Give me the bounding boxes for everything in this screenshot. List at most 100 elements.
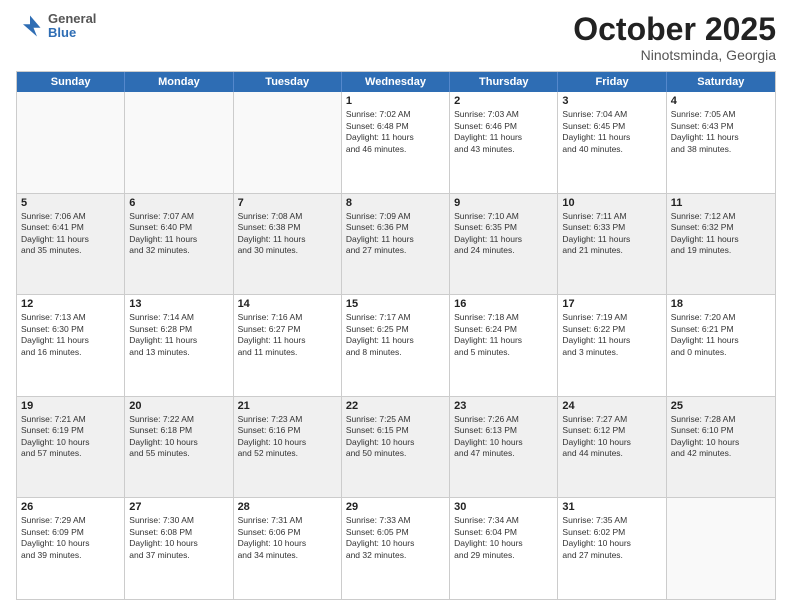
calendar-cell: 11Sunrise: 7:12 AM Sunset: 6:32 PM Dayli… (667, 194, 775, 295)
day-number: 18 (671, 298, 771, 310)
day-info: Sunrise: 7:02 AM Sunset: 6:48 PM Dayligh… (346, 109, 445, 155)
calendar-cell: 30 Sunrise: 7:34 AM Sunset: 6:04 PM Dayli… (450, 498, 558, 599)
calendar-cell: 7 Sunrise: 7:08 AM Sunset: 6:38 PM Daylig… (234, 194, 342, 295)
day-info: Sunrise: 7:05 AM Sunset: 6:43 PM Dayligh… (671, 109, 771, 155)
weekday-header: Saturday (667, 72, 775, 92)
day-info: Sunrise: 7:18 AM Sunset: 6:24 PM Dayligh… (454, 312, 553, 358)
calendar-cell: 27Sunrise: 7:30 AM Sunset: 6:08 PM Dayli… (125, 498, 233, 599)
calendar-cell: 5 Sunrise: 7:06 AM Sunset: 6:41 PM Daylig… (17, 194, 125, 295)
calendar-row: 12 Sunrise: 7:13 AM Sunset: 6:30 PM Dayli… (17, 294, 775, 396)
calendar-body: 1Sunrise: 7:02 AM Sunset: 6:48 PM Daylig… (17, 92, 775, 599)
day-number: 10 (562, 197, 661, 209)
weekday-header: Tuesday (234, 72, 342, 92)
calendar-cell (667, 498, 775, 599)
calendar-cell: 10 Sunrise: 7:11 AM Sunset: 6:33 PM Dayli… (558, 194, 666, 295)
calendar-cell: 9 Sunrise: 7:10 AM Sunset: 6:35 PM Daylig… (450, 194, 558, 295)
day-number: 20 (129, 400, 228, 412)
logo-blue: Blue (48, 26, 96, 40)
day-info: Sunrise: 7:10 AM Sunset: 6:35 PM Dayligh… (454, 211, 553, 257)
day-number: 25 (671, 400, 771, 412)
day-number: 9 (454, 197, 553, 209)
calendar-cell: 16 Sunrise: 7:18 AM Sunset: 6:24 PM Dayli… (450, 295, 558, 396)
day-number: 26 (21, 501, 120, 513)
day-info: Sunrise: 7:08 AM Sunset: 6:38 PM Dayligh… (238, 211, 337, 257)
calendar-cell: 23 Sunrise: 7:26 AM Sunset: 6:13 PM Dayli… (450, 397, 558, 498)
calendar-cell (125, 92, 233, 193)
day-info: Sunrise: 7:28 AM Sunset: 6:10 PM Dayligh… (671, 414, 771, 460)
day-info: Sunrise: 7:20 AM Sunset: 6:21 PM Dayligh… (671, 312, 771, 358)
calendar-cell: 18 Sunrise: 7:20 AM Sunset: 6:21 PM Dayli… (667, 295, 775, 396)
logo-text: General Blue (48, 12, 96, 41)
day-info: Sunrise: 7:23 AM Sunset: 6:16 PM Dayligh… (238, 414, 337, 460)
day-number: 29 (346, 501, 445, 513)
day-info: Sunrise: 7:11 AM Sunset: 6:33 PM Dayligh… (562, 211, 661, 257)
calendar-row: 1Sunrise: 7:02 AM Sunset: 6:48 PM Daylig… (17, 92, 775, 193)
calendar-cell: 31 Sunrise: 7:35 AM Sunset: 6:02 PM Dayli… (558, 498, 666, 599)
calendar-cell: 29 Sunrise: 7:33 AM Sunset: 6:05 PM Dayli… (342, 498, 450, 599)
day-info: Sunrise: 7:19 AM Sunset: 6:22 PM Dayligh… (562, 312, 661, 358)
day-info: Sunrise: 7:06 AM Sunset: 6:41 PM Dayligh… (21, 211, 120, 257)
day-number: 8 (346, 197, 445, 209)
day-number: 22 (346, 400, 445, 412)
calendar-cell (17, 92, 125, 193)
day-number: 31 (562, 501, 661, 513)
day-number: 21 (238, 400, 337, 412)
day-number: 2 (454, 95, 553, 107)
day-number: 23 (454, 400, 553, 412)
calendar-row: 26 Sunrise: 7:29 AM Sunset: 6:09 PM Dayli… (17, 497, 775, 599)
day-info: Sunrise: 7:34 AM Sunset: 6:04 PM Dayligh… (454, 515, 553, 561)
calendar-cell: 17Sunrise: 7:19 AM Sunset: 6:22 PM Dayli… (558, 295, 666, 396)
day-info: Sunrise: 7:21 AM Sunset: 6:19 PM Dayligh… (21, 414, 120, 460)
calendar-cell: 8 Sunrise: 7:09 AM Sunset: 6:36 PM Daylig… (342, 194, 450, 295)
day-info: Sunrise: 7:27 AM Sunset: 6:12 PM Dayligh… (562, 414, 661, 460)
day-info: Sunrise: 7:33 AM Sunset: 6:05 PM Dayligh… (346, 515, 445, 561)
day-number: 13 (129, 298, 228, 310)
day-number: 24 (562, 400, 661, 412)
day-number: 16 (454, 298, 553, 310)
day-number: 11 (671, 197, 771, 209)
day-number: 19 (21, 400, 120, 412)
logo: General Blue (16, 12, 96, 41)
day-info: Sunrise: 7:25 AM Sunset: 6:15 PM Dayligh… (346, 414, 445, 460)
day-info: Sunrise: 7:26 AM Sunset: 6:13 PM Dayligh… (454, 414, 553, 460)
calendar-cell: 13Sunrise: 7:14 AM Sunset: 6:28 PM Dayli… (125, 295, 233, 396)
page: General Blue October 2025 Ninotsminda, G… (0, 0, 792, 612)
day-number: 4 (671, 95, 771, 107)
day-info: Sunrise: 7:04 AM Sunset: 6:45 PM Dayligh… (562, 109, 661, 155)
title-block: October 2025 Ninotsminda, Georgia (573, 12, 776, 63)
title-location: Ninotsminda, Georgia (573, 47, 776, 63)
day-info: Sunrise: 7:07 AM Sunset: 6:40 PM Dayligh… (129, 211, 228, 257)
calendar-cell: 4 Sunrise: 7:05 AM Sunset: 6:43 PM Daylig… (667, 92, 775, 193)
calendar-cell: 1Sunrise: 7:02 AM Sunset: 6:48 PM Daylig… (342, 92, 450, 193)
day-number: 12 (21, 298, 120, 310)
calendar-cell: 28Sunrise: 7:31 AM Sunset: 6:06 PM Dayli… (234, 498, 342, 599)
day-info: Sunrise: 7:29 AM Sunset: 6:09 PM Dayligh… (21, 515, 120, 561)
weekday-header: Wednesday (342, 72, 450, 92)
day-number: 3 (562, 95, 661, 107)
day-number: 30 (454, 501, 553, 513)
weekday-header: Sunday (17, 72, 125, 92)
weekday-header: Monday (125, 72, 233, 92)
day-info: Sunrise: 7:35 AM Sunset: 6:02 PM Dayligh… (562, 515, 661, 561)
day-info: Sunrise: 7:13 AM Sunset: 6:30 PM Dayligh… (21, 312, 120, 358)
calendar-cell: 14Sunrise: 7:16 AM Sunset: 6:27 PM Dayli… (234, 295, 342, 396)
title-month: October 2025 (573, 12, 776, 47)
day-info: Sunrise: 7:22 AM Sunset: 6:18 PM Dayligh… (129, 414, 228, 460)
calendar-cell (234, 92, 342, 193)
calendar-cell: 26 Sunrise: 7:29 AM Sunset: 6:09 PM Dayli… (17, 498, 125, 599)
weekday-header: Thursday (450, 72, 558, 92)
day-info: Sunrise: 7:09 AM Sunset: 6:36 PM Dayligh… (346, 211, 445, 257)
day-number: 15 (346, 298, 445, 310)
calendar-row: 19 Sunrise: 7:21 AM Sunset: 6:19 PM Dayli… (17, 396, 775, 498)
logo-icon (16, 12, 44, 40)
calendar-cell: 15 Sunrise: 7:17 AM Sunset: 6:25 PM Dayli… (342, 295, 450, 396)
day-number: 14 (238, 298, 337, 310)
day-number: 7 (238, 197, 337, 209)
logo-general: General (48, 12, 96, 26)
calendar-cell: 6Sunrise: 7:07 AM Sunset: 6:40 PM Daylig… (125, 194, 233, 295)
calendar-cell: 19 Sunrise: 7:21 AM Sunset: 6:19 PM Dayli… (17, 397, 125, 498)
day-number: 5 (21, 197, 120, 209)
calendar-cell: 22 Sunrise: 7:25 AM Sunset: 6:15 PM Dayli… (342, 397, 450, 498)
header: General Blue October 2025 Ninotsminda, G… (16, 12, 776, 63)
day-info: Sunrise: 7:17 AM Sunset: 6:25 PM Dayligh… (346, 312, 445, 358)
